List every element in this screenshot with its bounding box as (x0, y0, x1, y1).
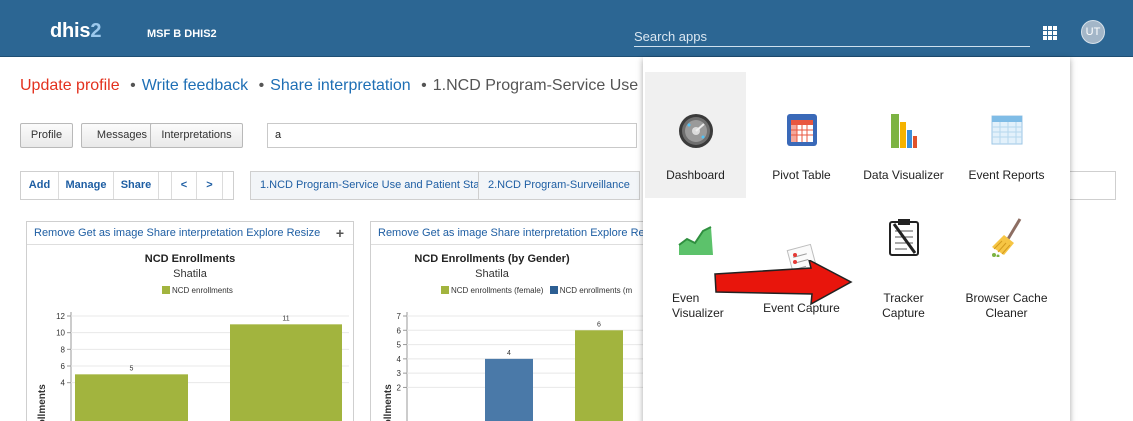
data-label: 11 (282, 315, 289, 322)
link-separator: • (421, 77, 427, 94)
y-axis-label: Enrollments (383, 384, 394, 421)
dhis2-logo[interactable]: dhis2 (50, 20, 101, 43)
app-label: Browser Cache Cleaner (956, 291, 1057, 321)
dashboard-search-input[interactable]: a (267, 123, 637, 148)
user-avatar[interactable]: UT (1081, 20, 1105, 44)
app-pivot-table[interactable]: Pivot Table (751, 72, 852, 198)
app-label: Pivot Table (772, 168, 831, 182)
y-tick-label: 4 (61, 379, 66, 388)
share-interpretation-link[interactable]: Share interpretation (270, 77, 411, 94)
app-label-line2: Visualizer (672, 306, 724, 320)
profile-button[interactable]: Profile (20, 123, 73, 148)
link-separator: • (258, 77, 265, 94)
search-apps-input[interactable] (634, 22, 1030, 46)
data-label: 4 (507, 350, 511, 357)
event-reports-icon (991, 115, 1023, 145)
interpretation-item-link[interactable]: 1.NCD Program-Service Use and (433, 77, 660, 94)
app-event-reports[interactable]: Event Reports (956, 72, 1057, 198)
logo-number: 2 (90, 20, 102, 42)
app-label-line1: Tracker (883, 291, 924, 305)
data-label: 5 (130, 365, 134, 372)
red-arrow-annotation (714, 260, 853, 306)
instance-name: MSF B DHIS2 (147, 28, 217, 40)
app-label-line1: Browser Cache (965, 291, 1048, 305)
apps-grid-icon[interactable] (1043, 26, 1057, 40)
apps-menu: Dashboard Pivot Table Data Visualizer Ev… (643, 57, 1070, 421)
app-label-line2: Capture (882, 306, 925, 320)
bar (230, 324, 342, 421)
tracker-capture-icon (889, 219, 919, 256)
dashboard-toolbar: Add Manage Share < > (20, 171, 234, 200)
y-tick-label: 8 (61, 345, 66, 354)
logo-text: dhis (50, 20, 91, 42)
dashboard-icon (679, 114, 713, 148)
app-dashboard[interactable]: Dashboard (645, 72, 746, 198)
y-tick-label: 12 (56, 312, 65, 321)
y-tick-label: 3 (397, 369, 402, 378)
manage-button[interactable]: Manage (59, 172, 114, 199)
data-label: 6 (597, 321, 601, 328)
bar (575, 330, 623, 421)
y-tick-label: 2 (397, 383, 402, 392)
app-label: Tracker Capture (853, 291, 954, 321)
interpretations-button[interactable]: Interpretations (150, 123, 243, 148)
ncd-enrollments-gender-chart: 2 3 4 5 6 7 Enrollments 4 6 (383, 312, 669, 421)
bar (485, 358, 533, 421)
update-profile-link[interactable]: Update profile (20, 77, 120, 94)
search-apps-field[interactable] (634, 22, 1030, 47)
link-separator: • (130, 77, 136, 94)
app-label: Dashboard (666, 168, 725, 182)
add-button[interactable]: Add (21, 172, 59, 199)
chart-panel-ncd-enrollments-gender: Remove Get as image Share interpretation… (370, 221, 670, 421)
y-axis-label: Enrollments (37, 384, 48, 421)
y-tick-label: 6 (397, 326, 402, 335)
tab-ncd-surveillance[interactable]: 2.NCD Program-Surveillance (478, 171, 640, 200)
y-tick-label: 6 (61, 362, 66, 371)
dashboard-tabs-overflow (1068, 171, 1116, 200)
ncd-enrollments-chart: 4 6 8 10 12 Enrollments 5 11 (37, 312, 349, 421)
next-button[interactable]: > (197, 172, 223, 199)
pivot-table-icon (787, 114, 817, 146)
bar (75, 374, 188, 421)
tab-ncd-service-use[interactable]: 1.NCD Program-Service Use and Patient St… (250, 171, 505, 200)
app-label-line2: Cleaner (985, 306, 1028, 320)
chart-panel-ncd-enrollments: Remove Get as image Share interpretation… (26, 221, 354, 421)
app-label-line1: Even (672, 291, 700, 305)
app-label: Data Visualizer (863, 168, 944, 182)
app-label: Event Reports (968, 168, 1045, 182)
data-visualizer-icon (891, 114, 917, 148)
previous-button[interactable]: < (171, 172, 197, 199)
browser-cache-cleaner-icon (992, 218, 1022, 257)
share-button[interactable]: Share (114, 172, 159, 199)
event-visualizer-icon (678, 226, 713, 255)
app-tracker-capture[interactable]: Tracker Capture (853, 205, 954, 331)
write-feedback-link[interactable]: Write feedback (142, 77, 248, 94)
y-tick-label: 4 (397, 355, 402, 364)
y-tick-label: 5 (397, 341, 402, 350)
y-tick-label: 7 (397, 312, 402, 321)
app-browser-cache-cleaner[interactable]: Browser Cache Cleaner (956, 205, 1057, 331)
app-data-visualizer[interactable]: Data Visualizer (853, 72, 954, 198)
top-bar: dhis2 MSF B DHIS2 UT (0, 0, 1133, 57)
y-tick-label: 10 (56, 329, 65, 338)
dashboard-links: Update profile • Write feedback • Share in… (20, 77, 660, 95)
